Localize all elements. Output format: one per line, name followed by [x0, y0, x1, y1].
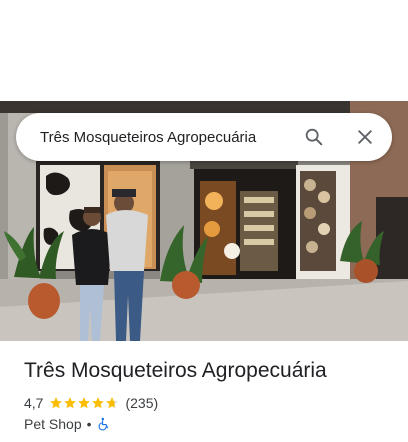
category-row: Pet Shop •: [24, 415, 111, 433]
star-icon: [50, 397, 63, 409]
separator-dot: •: [86, 416, 92, 432]
search-button[interactable]: [299, 122, 329, 152]
close-icon: [358, 130, 372, 144]
star-icon: [64, 397, 77, 409]
place-title: Três Mosqueteiros Agropecuária: [24, 359, 327, 382]
category-label[interactable]: Pet Shop: [24, 416, 82, 432]
search-bar[interactable]: [16, 113, 392, 161]
review-count[interactable]: (235): [125, 395, 158, 411]
star-icon: [78, 397, 91, 409]
search-input[interactable]: [40, 113, 290, 161]
star-icon: [106, 397, 119, 409]
star-icon: [92, 397, 105, 409]
rating-value: 4,7: [24, 395, 44, 411]
search-icon: [305, 128, 323, 146]
star-rating: [49, 396, 119, 410]
wheelchair-icon: [98, 417, 108, 431]
rating-row[interactable]: 4,7 (235): [24, 394, 158, 412]
close-button[interactable]: [350, 122, 380, 152]
